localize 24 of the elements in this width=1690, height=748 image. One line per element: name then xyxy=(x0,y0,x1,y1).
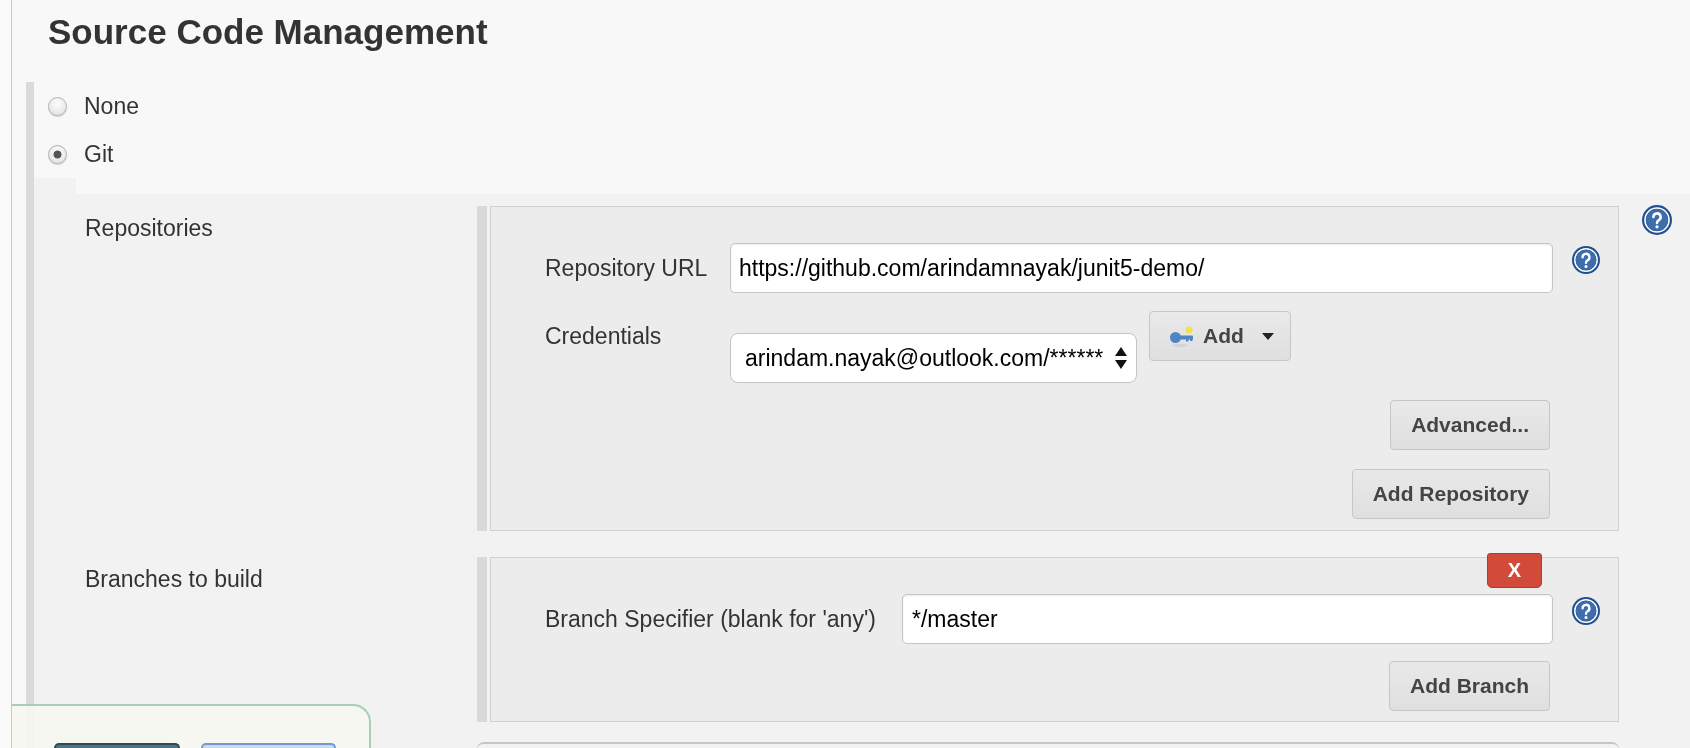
repositories-label: Repositories xyxy=(85,215,213,241)
up-down-arrows-icon xyxy=(1115,347,1127,369)
add-credentials-button[interactable]: Add xyxy=(1149,311,1291,361)
branches-label: Branches to build xyxy=(85,566,263,592)
help-icon[interactable] xyxy=(1572,246,1600,274)
help-icon[interactable] xyxy=(1572,597,1600,625)
credentials-select[interactable]: arindam.nayak@outlook.com/****** xyxy=(730,333,1137,383)
radio-button[interactable] xyxy=(48,144,67,164)
field-label: Repository URL xyxy=(545,254,708,282)
repository-url-field[interactable]: https://github.com/arindamnayak/junit5-demo/ xyxy=(730,243,1553,293)
key-icon xyxy=(1169,325,1195,347)
caret-icon xyxy=(1261,332,1274,340)
field-label: Credentials xyxy=(545,322,662,350)
help-icon[interactable] xyxy=(1642,205,1672,235)
advanced-button[interactable]: Advanced... xyxy=(1390,400,1550,450)
add-branch-button[interactable]: Add Branch xyxy=(1389,661,1550,711)
branch-specifier-field[interactable]: */master xyxy=(902,594,1553,644)
option-label[interactable]: Git xyxy=(84,140,114,168)
field-label: Branch Specifier (blank for 'any') xyxy=(545,605,876,633)
radio-button[interactable] xyxy=(48,96,67,116)
remove-button[interactable]: X xyxy=(1487,553,1542,588)
add-repository-button[interactable]: Add Repository xyxy=(1351,469,1550,519)
section-title: Source Code Management xyxy=(48,12,488,52)
option-label[interactable]: None xyxy=(84,92,139,120)
